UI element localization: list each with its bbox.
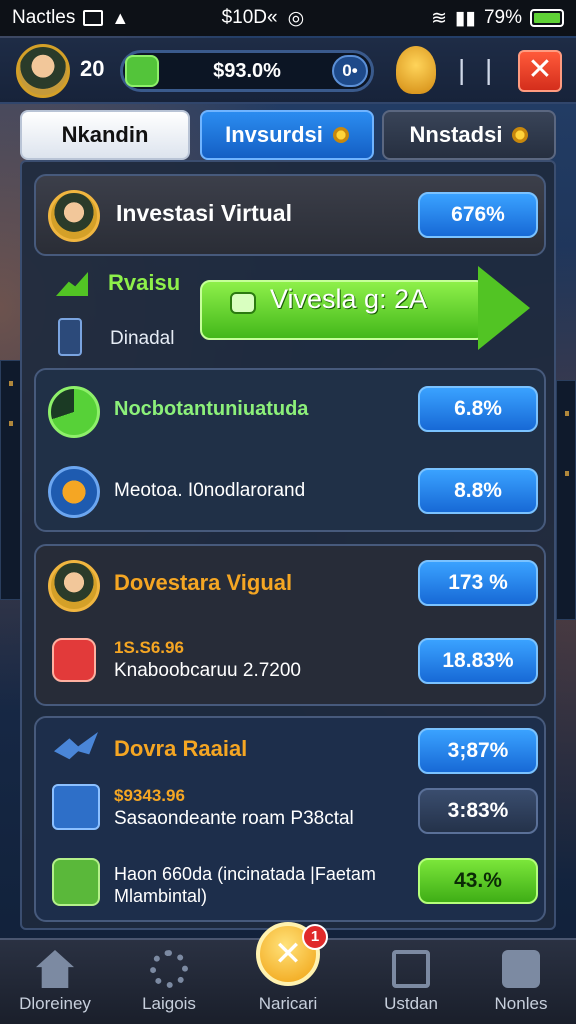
row-title: Meotoa. I0nodlarorand [114, 480, 306, 501]
pause-button[interactable]: | | [458, 54, 498, 86]
tab-nkandin[interactable]: Nkandin [20, 110, 190, 160]
trend-up-icon [56, 272, 88, 296]
row-value-pill[interactable]: 43.% [418, 858, 538, 904]
building [556, 380, 576, 620]
row-amount: 1S.S6.96 [114, 638, 184, 657]
player-level: 20 [80, 56, 105, 81]
rvaisu-label: Rvaisu [108, 270, 181, 295]
nav-item-profile[interactable]: Nonles [466, 940, 576, 1024]
signal-icon: ▮▮ [455, 7, 476, 29]
notification-badge: 1 [302, 924, 328, 950]
coin-icon [512, 127, 529, 143]
tab-invsurdsi[interactable]: Invsurdsi [200, 110, 374, 160]
notification-icon: ▲ [111, 7, 130, 28]
status-bar: Nactles ▲ $10D« ◎ ≋ ▮▮ 79% [0, 0, 576, 36]
battery-percent: 79% [483, 7, 522, 28]
card-dovestara-vigual: Dovestara Vigual 173 % 1S.S6.96 Knaboobc… [34, 544, 546, 706]
row-value-pill[interactable]: 173 % [418, 560, 538, 606]
row-value-pill[interactable]: 6.8% [418, 386, 538, 432]
row-title: Dovestara Vigual [114, 570, 293, 595]
alarm-icon: ◎ [287, 7, 305, 29]
gear-icon [150, 950, 188, 988]
tab-label: Nkandin [61, 122, 149, 147]
invest-button-label: Vivesla g: 2A [270, 284, 428, 314]
nav-label: Ustdan [384, 994, 438, 1013]
row-value-pill[interactable]: 8.8% [418, 468, 538, 514]
arrow-head [478, 266, 530, 350]
close-button[interactable]: ✕ [518, 50, 562, 92]
building [0, 360, 22, 600]
tab-label: Nnstadsi [409, 122, 503, 147]
investor-avatar-icon[interactable] [48, 560, 100, 612]
row-title: Dovra Raaial [114, 736, 248, 761]
row-amount: $9343.96 [114, 786, 185, 805]
shop-icon[interactable] [52, 638, 96, 682]
chart-arrow-icon [54, 732, 98, 760]
tab-label: Invsurdsi [225, 122, 323, 147]
nav-label: Laigois [142, 994, 196, 1013]
monitor-icon [392, 950, 430, 988]
card-value-pill[interactable]: 676% [418, 192, 538, 238]
row-title-line1: Haon 660da (incinatada |Faetam [114, 864, 376, 884]
row-title: Sasaondeante roam P38ctal [114, 808, 354, 829]
nav-label: Dloreiney [19, 994, 91, 1013]
xp-progress-bar: $93.0% 0• [120, 50, 374, 92]
mascot-icon[interactable] [396, 46, 436, 94]
invest-arrow-button[interactable]: Vivesla g: 2A [200, 266, 532, 356]
top-hud: 20 $93.0% 0• | | ✕ [0, 38, 576, 104]
row-title-line2: Mlambintal) [114, 886, 208, 906]
cash-icon [230, 292, 256, 314]
robot-icon [502, 950, 540, 988]
home-icon [36, 950, 74, 988]
card-stats-a: Nocbotantuniuatuda 6.8% Meotoa. I0nodlar… [34, 368, 546, 532]
image-icon [83, 10, 104, 26]
nav-item-settings[interactable]: Laigois [114, 940, 224, 1024]
nav-label: Naricari [258, 994, 318, 1013]
nav-item-home[interactable]: Dloreiney [0, 940, 110, 1024]
status-center-text: $10D« [221, 7, 278, 28]
card-dovra-raaial: Dovra Raaial 3;87% $9343.96 Sasaondeante… [34, 716, 546, 922]
row-value-pill[interactable]: 3:83% [418, 788, 538, 834]
profile-card-icon[interactable] [52, 784, 100, 830]
player-avatar[interactable] [16, 44, 70, 98]
row-title: Nocbotantuniuatuda [114, 398, 309, 420]
nav-label: Nonles [494, 994, 548, 1013]
status-left-text: Nactles [12, 7, 76, 28]
dinadal-label: Dinadal [110, 328, 175, 349]
wifi-icon: ≋ [431, 7, 448, 29]
nav-item-shop[interactable]: Ustdan [356, 940, 466, 1024]
money-bag-icon[interactable] [52, 858, 100, 906]
hand-coin-icon[interactable] [48, 466, 100, 518]
add-currency-button[interactable]: 0• [332, 55, 368, 87]
card-investasi-virtual[interactable]: Investasi Virtual 676% [34, 174, 546, 256]
coin-icon [332, 127, 349, 143]
investor-avatar-icon [48, 190, 100, 242]
row-value-pill[interactable]: 3;87% [418, 728, 538, 774]
phone-icon [58, 318, 82, 356]
card-title: Investasi Virtual [116, 200, 292, 226]
pie-chart-icon[interactable] [48, 386, 100, 438]
row-title: Knaboobcaruu 2.7200 [114, 660, 301, 681]
tab-nnstadsi[interactable]: Nnstadsi [382, 110, 556, 160]
battery-icon [530, 9, 564, 27]
row-value-pill[interactable]: 18.83% [418, 638, 538, 684]
